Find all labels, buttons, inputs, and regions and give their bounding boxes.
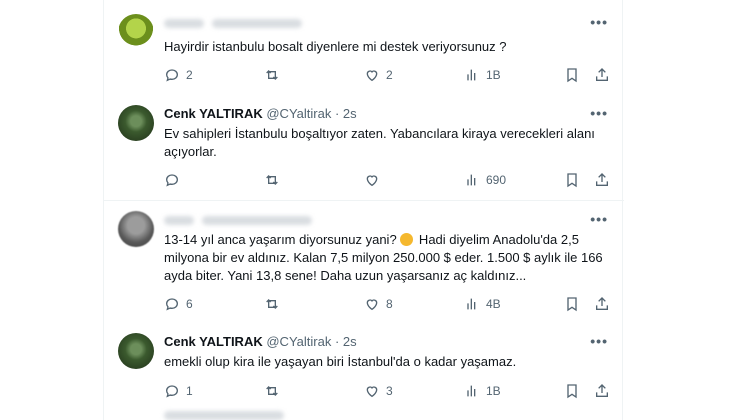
retweet-button[interactable] <box>264 171 286 189</box>
tweet-1[interactable]: ••• Hayirdir istanbulu bosalt diyenlere … <box>104 0 624 95</box>
reply-count: 2 <box>186 68 193 82</box>
retweet-button[interactable] <box>264 382 286 400</box>
reply-icon <box>164 172 180 188</box>
share-icon <box>594 67 610 83</box>
blurred-username <box>164 19 204 29</box>
heart-icon <box>364 296 380 312</box>
reply-count: 6 <box>186 297 193 311</box>
timeline-column: ••• Hayirdir istanbulu bosalt diyenlere … <box>103 0 624 420</box>
blurred-handle <box>201 216 312 226</box>
views-button[interactable]: 1B <box>464 66 501 84</box>
share-button[interactable] <box>594 295 610 313</box>
tweet-header: Cenk YALTIRAK @CYaltirak · 2s <box>164 105 357 123</box>
author-name[interactable]: Cenk YALTIRAK <box>164 106 263 121</box>
tweet-3[interactable]: ••• 13-14 yıl anca yaşarım diyorsunuz ya… <box>104 201 624 325</box>
share-icon <box>594 383 610 399</box>
retweet-button[interactable] <box>264 66 286 84</box>
avatar[interactable] <box>118 14 154 50</box>
views-count: 690 <box>486 173 507 187</box>
retweet-icon <box>264 383 280 399</box>
views-button[interactable]: 1B <box>464 382 501 400</box>
tweet-text: 13-14 yıl anca yaşarım diyorsunuz yani? … <box>164 231 604 285</box>
share-button[interactable] <box>594 382 610 400</box>
views-icon <box>464 383 480 399</box>
share-button[interactable] <box>594 171 610 189</box>
bookmark-button[interactable] <box>564 382 580 400</box>
views-count: 1B <box>486 384 501 398</box>
tweet-time[interactable]: · 2s <box>335 334 357 349</box>
like-count: 8 <box>386 297 393 311</box>
views-icon <box>464 67 480 83</box>
bookmark-button[interactable] <box>564 66 580 84</box>
like-button[interactable]: 3 <box>364 382 393 400</box>
retweet-button[interactable] <box>264 295 286 313</box>
tweet-actions: 6 8 4B <box>164 295 614 313</box>
views-count: 4B <box>486 297 501 311</box>
reply-icon <box>164 296 180 312</box>
reply-button[interactable]: 6 <box>164 295 193 313</box>
reply-button[interactable] <box>164 171 186 189</box>
avatar[interactable] <box>118 211 154 247</box>
share-icon <box>594 296 610 312</box>
bookmark-icon <box>564 67 580 83</box>
bookmark-icon <box>564 296 580 312</box>
reply-button[interactable]: 2 <box>164 66 193 84</box>
tweet-text-part: 13-14 yıl anca yaşarım diyorsunuz yani? <box>164 232 397 247</box>
next-tweet-header-blurred <box>164 411 284 420</box>
share-icon <box>594 172 610 188</box>
heart-icon <box>364 172 380 188</box>
more-icon[interactable]: ••• <box>590 333 608 349</box>
tweet-header: Cenk YALTIRAK @CYaltirak · 2s <box>164 333 357 351</box>
tweet-actions: 690 <box>164 171 614 189</box>
bookmark-button[interactable] <box>564 171 580 189</box>
like-count: 3 <box>386 384 393 398</box>
heart-icon <box>364 383 380 399</box>
blurred-username <box>164 216 194 226</box>
more-icon[interactable]: ••• <box>590 105 608 121</box>
retweet-icon <box>264 296 280 312</box>
tweet-4[interactable]: Cenk YALTIRAK @CYaltirak · 2s ••• emekli… <box>104 325 624 420</box>
like-count: 2 <box>386 68 393 82</box>
views-button[interactable]: 4B <box>464 295 501 313</box>
thinking-face-icon <box>400 233 414 246</box>
retweet-icon <box>264 67 280 83</box>
views-icon <box>464 172 480 188</box>
more-icon[interactable]: ••• <box>590 14 608 30</box>
tweet-header <box>164 14 302 32</box>
avatar[interactable] <box>118 105 154 141</box>
views-button[interactable]: 690 <box>464 171 506 189</box>
reply-button[interactable]: 1 <box>164 382 193 400</box>
tweet-time[interactable]: · 2s <box>335 106 357 121</box>
like-button[interactable] <box>364 171 386 189</box>
tweet-actions: 1 3 1B <box>164 382 614 400</box>
bookmark-icon <box>564 383 580 399</box>
bookmark-icon <box>564 172 580 188</box>
author-name[interactable]: Cenk YALTIRAK <box>164 334 263 349</box>
like-button[interactable]: 8 <box>364 295 393 313</box>
tweet-2[interactable]: Cenk YALTIRAK @CYaltirak · 2s ••• Ev sah… <box>104 95 624 200</box>
blurred-handle <box>211 19 302 29</box>
tweet-actions: 2 2 1B <box>164 66 614 84</box>
views-icon <box>464 296 480 312</box>
reply-icon <box>164 67 180 83</box>
like-button[interactable]: 2 <box>364 66 393 84</box>
reply-icon <box>164 383 180 399</box>
views-count: 1B <box>486 68 501 82</box>
author-handle[interactable]: @CYaltirak <box>266 106 331 121</box>
heart-icon <box>364 67 380 83</box>
tweet-text: Ev sahipleri İstanbulu boşaltıyor zaten.… <box>164 126 595 159</box>
more-icon[interactable]: ••• <box>590 211 608 227</box>
avatar[interactable] <box>118 333 154 369</box>
share-button[interactable] <box>594 66 610 84</box>
tweet-text: Hayirdir istanbulu bosalt diyenlere mi d… <box>164 39 507 54</box>
retweet-icon <box>264 172 280 188</box>
bookmark-button[interactable] <box>564 295 580 313</box>
tweet-text: emekli olup kira ile yaşayan biri İstanb… <box>164 354 517 369</box>
reply-count: 1 <box>186 384 193 398</box>
tweet-header <box>164 211 312 229</box>
author-handle[interactable]: @CYaltirak <box>266 334 331 349</box>
